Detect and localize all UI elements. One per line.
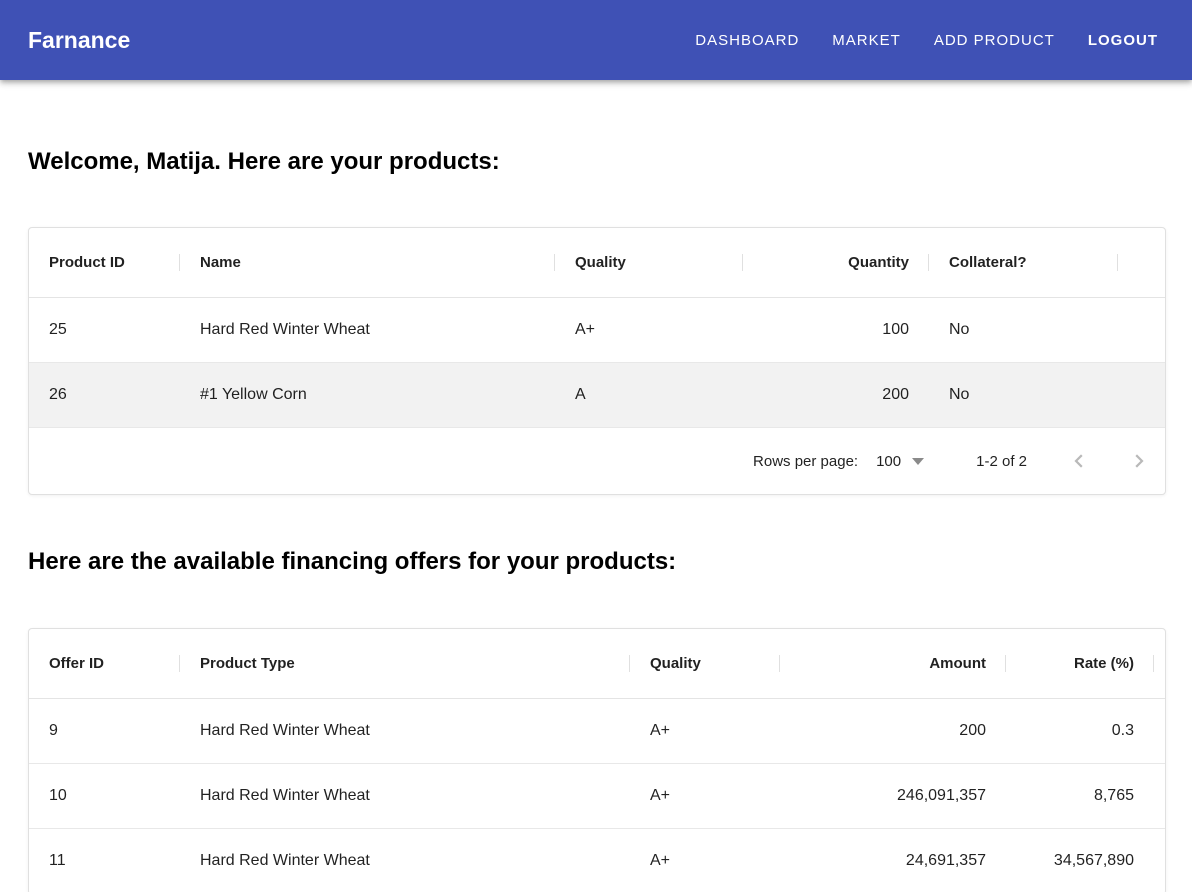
table-row: 11 Hard Red Winter Wheat A+ 24,691,357 3… xyxy=(29,829,1165,892)
column-header-name[interactable]: Name xyxy=(180,254,555,271)
cell-name: Hard Red Winter Wheat xyxy=(180,321,555,339)
column-header-quality[interactable]: Quality xyxy=(555,254,743,271)
cell-offer-id: 11 xyxy=(29,852,180,870)
cell-rate: 8,765 xyxy=(1006,787,1154,805)
cell-product-id: 25 xyxy=(29,321,180,339)
table-row: 9 Hard Red Winter Wheat A+ 200 0.3 xyxy=(29,699,1165,764)
column-header-collateral[interactable]: Collateral? xyxy=(929,254,1118,271)
pagination-controls xyxy=(1067,449,1151,473)
brand-logo[interactable]: Farnance xyxy=(28,27,130,54)
chevron-right-icon xyxy=(1127,449,1151,473)
cell-rate: 34,567,890 xyxy=(1006,852,1154,870)
cell-offer-id: 9 xyxy=(29,722,180,740)
table-row: 10 Hard Red Winter Wheat A+ 246,091,357 … xyxy=(29,764,1165,829)
cell-quality: A+ xyxy=(630,787,780,805)
rows-per-page-value: 100 xyxy=(876,453,901,470)
main-content: Welcome, Matija. Here are your products:… xyxy=(0,148,1192,892)
cell-product-id: 26 xyxy=(29,386,180,404)
cell-quantity: 200 xyxy=(743,386,929,404)
cell-product-type: Hard Red Winter Wheat xyxy=(180,722,630,740)
app-bar: Farnance DASHBOARD MARKET ADD PRODUCT LO… xyxy=(0,0,1192,80)
previous-page-button[interactable] xyxy=(1067,449,1091,473)
column-header-quantity[interactable]: Quantity xyxy=(743,254,929,271)
nav-links: DASHBOARD MARKET ADD PRODUCT LOGOUT xyxy=(695,32,1158,49)
offers-table: Offer ID Product Type Quality Amount Rat… xyxy=(28,628,1166,892)
pagination-range-label: 1-2 of 2 xyxy=(976,453,1027,470)
offers-heading: Here are the available financing offers … xyxy=(28,548,1166,576)
cell-product-type: Hard Red Winter Wheat xyxy=(180,787,630,805)
cell-amount: 200 xyxy=(780,722,1006,740)
cell-collateral: No xyxy=(929,386,1118,404)
nav-item-dashboard[interactable]: DASHBOARD xyxy=(695,32,799,49)
products-table: Product ID Name Quality Quantity Collate… xyxy=(28,227,1166,495)
table-row: 25 Hard Red Winter Wheat A+ 100 No xyxy=(29,298,1165,363)
nav-item-logout[interactable]: LOGOUT xyxy=(1088,32,1158,49)
rows-per-page-select[interactable]: 100 xyxy=(876,453,924,470)
chevron-left-icon xyxy=(1067,449,1091,473)
cell-quantity: 100 xyxy=(743,321,929,339)
table-row: 26 #1 Yellow Corn A 200 No xyxy=(29,363,1165,428)
column-header-product-type[interactable]: Product Type xyxy=(180,655,630,672)
products-table-header: Product ID Name Quality Quantity Collate… xyxy=(29,228,1165,298)
column-header-offer-id[interactable]: Offer ID xyxy=(29,655,180,672)
cell-amount: 24,691,357 xyxy=(780,852,1006,870)
cell-quality: A+ xyxy=(555,321,743,339)
cell-collateral: No xyxy=(929,321,1118,339)
column-header-quality[interactable]: Quality xyxy=(630,655,780,672)
rows-per-page-label: Rows per page: xyxy=(753,453,858,470)
cell-product-type: Hard Red Winter Wheat xyxy=(180,852,630,870)
offers-table-header: Offer ID Product Type Quality Amount Rat… xyxy=(29,629,1165,699)
cell-amount: 246,091,357 xyxy=(780,787,1006,805)
cell-offer-id: 10 xyxy=(29,787,180,805)
products-heading: Welcome, Matija. Here are your products: xyxy=(28,148,1166,176)
cell-quality: A+ xyxy=(630,852,780,870)
nav-item-add-product[interactable]: ADD PRODUCT xyxy=(934,32,1055,49)
column-header-product-id[interactable]: Product ID xyxy=(29,254,180,271)
nav-item-market[interactable]: MARKET xyxy=(832,32,901,49)
table-pagination: Rows per page: 100 1-2 of 2 xyxy=(29,428,1165,494)
next-page-button[interactable] xyxy=(1127,449,1151,473)
column-header-rate[interactable]: Rate (%) xyxy=(1006,655,1154,672)
cell-name: #1 Yellow Corn xyxy=(180,386,555,404)
dropdown-arrow-icon xyxy=(912,458,924,465)
cell-rate: 0.3 xyxy=(1006,722,1154,740)
cell-quality: A+ xyxy=(630,722,780,740)
cell-quality: A xyxy=(555,386,743,404)
column-header-amount[interactable]: Amount xyxy=(780,655,1006,672)
